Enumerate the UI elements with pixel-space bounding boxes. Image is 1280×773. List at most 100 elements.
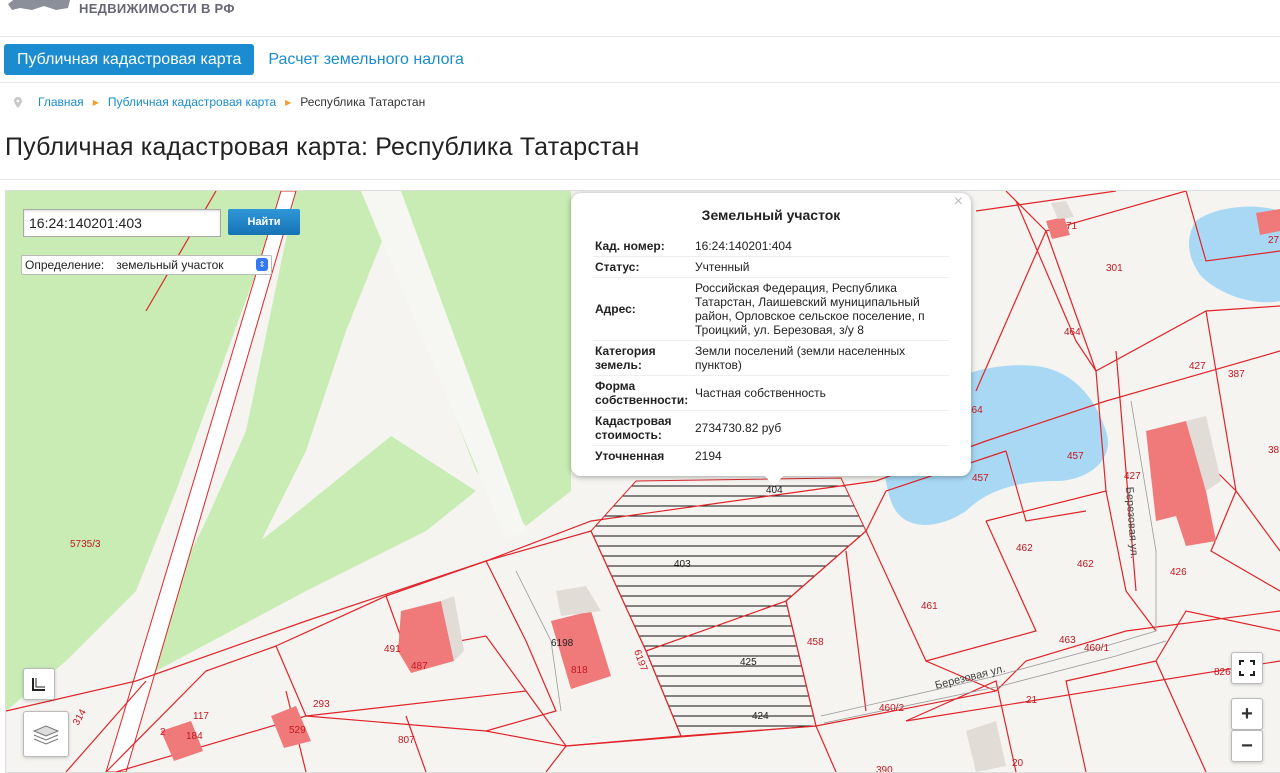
info-row: Форма собственности: Частная собственност… [593,375,949,411]
parcel-label: 461 [921,601,938,612]
location-pin-icon [14,96,22,108]
parcel-info-popup: Земельный участок Кад. номер: 16:24:14020… [571,193,971,486]
parcel-label: 314 [71,707,89,727]
definition-label: Определение: [25,258,105,272]
layers-icon [32,725,60,745]
divider [0,36,1280,37]
parcel-label: 462 [1077,559,1094,570]
parcel-label: 424 [752,711,769,722]
info-row: Категория земель: Земли поселений (земли … [593,340,949,376]
popup-tail [764,475,784,486]
minus-icon: − [1241,734,1253,757]
logo-text: НЕДВИЖИМОСТИ В РФ [79,1,235,16]
parcel-label: 487 [411,661,428,672]
parcel-label: 5735/3 [70,539,101,550]
parcel-label: 21 [1026,695,1038,706]
breadcrumb: Главная ▶ Публичная кадастровая карта ▶ … [14,95,425,109]
info-key: Категория земель: [593,340,693,376]
parcel-label: 404 [766,485,783,496]
parcel-label: 2 [160,727,166,738]
russia-map-logo-icon[interactable] [8,0,70,18]
parcel-label: 38 [1268,445,1280,456]
main-nav: Публичная кадастровая карта Расчет земел… [4,44,478,75]
divider [0,179,1280,180]
tab-land-tax[interactable]: Расчет земельного налога [254,44,478,75]
parcel-label: 427 [1124,471,1141,482]
info-value: Учтенный [693,256,949,278]
info-row: Адрес: Российская Федерация, Республика Т… [593,277,949,341]
cadastral-number-input[interactable]: 16:24:140201:403 [23,209,221,237]
parcel-label: 462 [1016,543,1033,554]
parcel-label: 460/2 [879,703,904,714]
parcel-label: 117 [193,711,209,722]
ruler-icon [32,678,45,691]
info-key: Форма собственности: [593,375,693,411]
info-key: Уточненная [593,445,693,463]
parcel-label: 427 [1189,361,1206,372]
info-value: 16:24:140201:404 [693,236,949,257]
info-key: Кад. номер: [593,236,693,257]
info-row: Кадастровая стоимость: 2734730.82 руб [593,410,949,446]
cadastral-map[interactable]: 5735/3 404 403 425 424 458 461 462 462 4… [5,190,1280,773]
street-label: Березовая ул. [1123,486,1140,559]
parcel-label: 184 [186,731,203,742]
breadcrumb-home[interactable]: Главная [38,95,84,109]
info-value: 2734730.82 руб [693,410,949,446]
layers-button[interactable] [23,711,69,757]
popup-content: Земельный участок Кад. номер: 16:24:14020… [571,193,971,463]
plus-icon: + [1241,702,1253,725]
info-row: Кад. номер: 16:24:140201:404 [593,236,949,257]
info-value: Земли поселений (земли населенных пункто… [693,340,949,376]
zoom-out-button[interactable]: − [1231,730,1263,762]
parcel-label: 27 [1268,235,1280,246]
tab-cadastral-map[interactable]: Публичная кадастровая карта [4,44,255,75]
close-icon[interactable]: × [954,193,963,211]
fullscreen-button[interactable] [1231,652,1263,684]
parcel-label: 458 [807,637,824,648]
definition-value: земельный участок [116,258,224,272]
zoom-in-button[interactable]: + [1231,698,1263,730]
find-button[interactable]: Найти [228,209,300,235]
parcel-info-table: Кад. номер: 16:24:140201:404 Статус: Учтен… [593,236,949,463]
parcel-label: 293 [313,699,330,710]
parcel-label: 464 [1064,327,1081,338]
divider [0,82,1280,83]
parcel-label: 387 [1228,369,1245,380]
street-labels: Березовая ул. Березовая ул. [934,486,1140,692]
parcel-label: 457 [972,473,989,484]
parcel-label: 529 [289,725,306,736]
parcel-label: 425 [740,657,757,668]
building[interactable] [551,611,611,689]
selected-parcel[interactable] [590,477,867,737]
fullscreen-icon [1239,660,1255,676]
chevron-right-icon: ▶ [92,97,99,107]
parcel-label: 457 [1067,451,1084,462]
select-arrows-icon: ⇕ [256,258,268,271]
info-row: Уточненная 2194 [593,445,949,463]
breadcrumb-cadastral-map[interactable]: Публичная кадастровая карта [108,95,276,109]
parcel-label: 301 [1106,263,1123,274]
ruler-tool-button[interactable] [23,668,55,700]
cadastral-search: 16:24:140201:403 Найти [23,209,300,237]
chevron-right-icon: ▶ [285,97,292,107]
parcel-label: 426 [1170,567,1187,578]
info-value: Российская Федерация, Республика Татарст… [693,277,949,341]
building[interactable] [1256,209,1280,235]
parcel-label: 6198 [551,638,574,649]
breadcrumb-current: Республика Татарстан [300,95,426,109]
info-value: 2194 [693,445,949,463]
definition-select[interactable]: Определение: земельный участок ⇕ [21,255,272,275]
info-key: Статус: [593,256,693,278]
parcel-label: 826 [1214,667,1231,678]
parcel-label: 818 [571,665,588,676]
info-key: Кадастровая стоимость: [593,410,693,446]
info-key: Адрес: [593,277,693,341]
parcel-label: 463 [1059,635,1076,646]
info-row: Статус: Учтенный [593,256,949,278]
parcel-label: 20 [1012,758,1024,769]
street-label: Березовая ул. [934,663,1007,692]
parcel-label: 807 [398,735,415,746]
parcel-label: 403 [674,559,691,570]
parcel-label: 460/1 [1084,643,1109,654]
parcel-label: 491 [384,644,401,655]
